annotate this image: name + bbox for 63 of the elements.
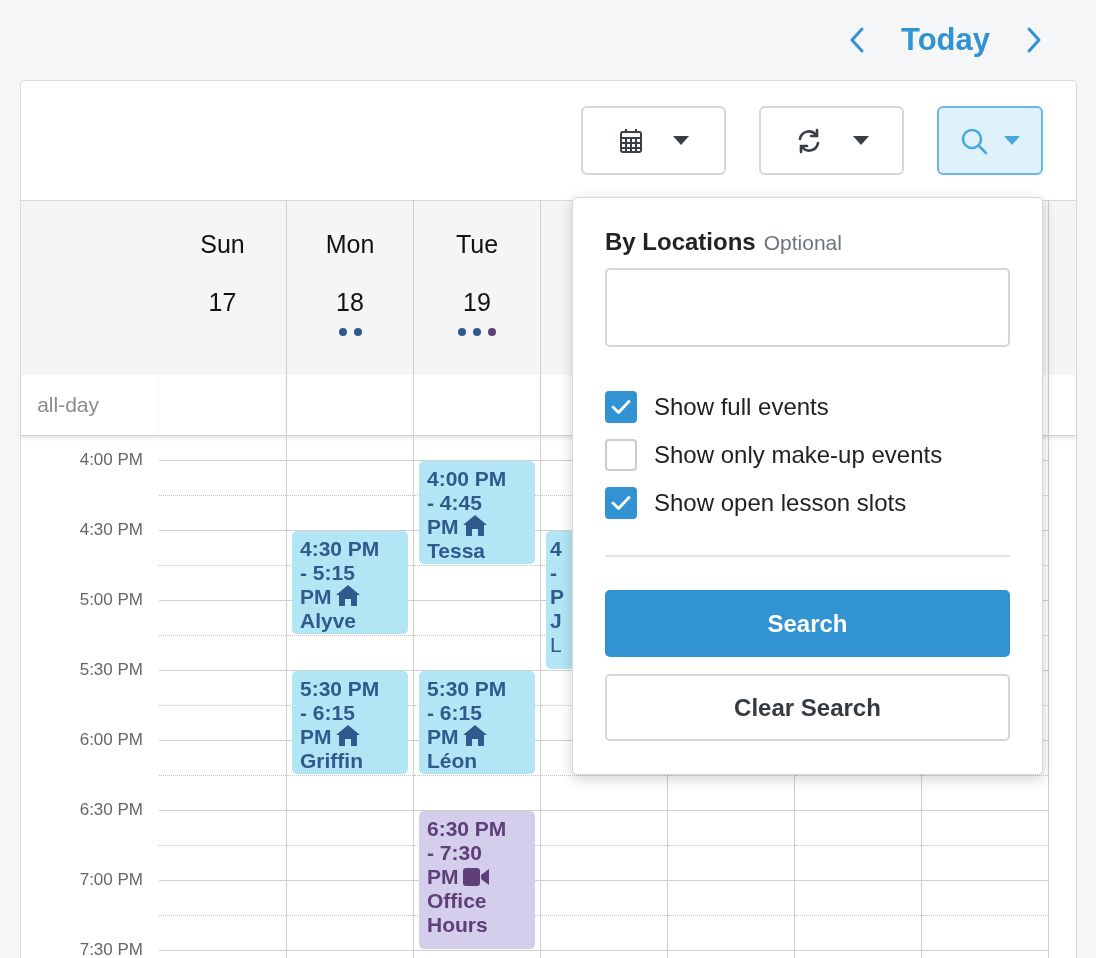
event-block[interactable]: 5:30 PM - 6:15 PM Léon [419,671,535,774]
event-time: 5:30 PM - 6:15 PM [427,677,508,749]
day-name: Sun [200,229,245,260]
clear-search-button[interactable]: Clear Search [605,674,1010,741]
all-day-label: all-day [37,393,99,417]
house-icon [462,515,487,536]
event-time: 4:30 PM - 5:15 PM [300,537,381,609]
event-title: Office Hours [427,889,489,937]
time-label: 5:30 PM [79,661,143,681]
checkbox[interactable] [605,439,637,471]
event-block[interactable]: 4:00 PM - 4:45 PM Tessa [419,461,535,564]
checkbox-label: Show only make-up events [654,441,943,469]
event-title: Léon [427,749,479,773]
house-icon [335,725,360,746]
search-icon [960,126,988,155]
time-label: 6:30 PM [79,801,143,821]
day-name: Mon [325,229,375,260]
event-block[interactable]: 4:30 PM - 5:15 PM Alyve [292,531,408,634]
event-title: Tessa [427,539,486,563]
event-title: J [550,609,563,633]
caret-icon [672,136,689,145]
event-block[interactable]: 5:30 PM - 6:15 PM Griffin [292,671,408,774]
refresh-dropdown-button[interactable] [759,106,904,175]
search-button[interactable]: Search [605,590,1010,657]
event-title: Griffin [300,749,364,773]
time-label: 6:00 PM [79,731,143,751]
event-time: 5:30 PM - 6:15 PM [300,677,381,749]
day-date: 18 [336,287,364,318]
event-block[interactable]: 6:30 PM - 7:30 PM Office Hours [419,811,535,949]
chevron-right-icon[interactable] [1026,26,1042,54]
today-button[interactable]: Today [895,22,996,58]
checkbox-label: Show full events [654,393,829,421]
optional-hint: Optional [763,231,842,255]
chevron-left-icon[interactable] [849,26,865,54]
caret-icon [852,136,869,145]
calendar-dropdown-button[interactable] [581,106,726,175]
house-icon [335,585,360,606]
event-time: 4:00 PM - 4:45 PM [427,467,508,539]
event-time: 4 - P [550,537,565,609]
day-name: Tue [455,229,499,260]
event-time: 6:30 PM - 7:30 PM [427,817,508,889]
day-date: 17 [208,287,237,318]
check-icon [611,399,631,415]
time-label: 7:30 PM [79,941,143,958]
checkbox-label: Show open lesson slots [654,489,907,517]
checkbox[interactable] [605,391,637,423]
event-location: L [550,633,563,657]
time-label: 7:00 PM [79,871,143,891]
calendar-icon [618,127,643,154]
field-label: By Locations [605,228,756,256]
video-camera-icon [462,868,489,886]
event-block[interactable]: 4 - P J L [546,531,574,669]
search-dropdown-button[interactable] [937,106,1043,175]
event-title: Alyve [300,609,358,633]
time-label: 4:00 PM [79,451,143,471]
house-icon [462,725,487,746]
day-date: 19 [463,287,491,318]
time-label: 4:30 PM [79,521,143,541]
checkbox[interactable] [605,487,637,519]
time-label: 5:00 PM [79,591,143,611]
check-icon [611,495,631,511]
caret-icon [1004,136,1020,145]
location-input-field[interactable] [605,268,1010,347]
